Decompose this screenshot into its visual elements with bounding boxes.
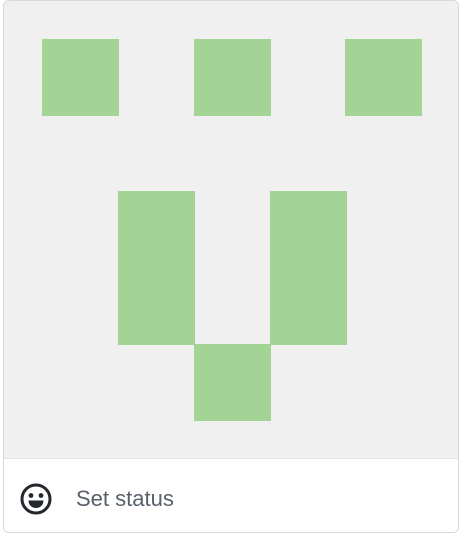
smiley-icon — [20, 483, 52, 515]
identicon-pixel — [194, 39, 271, 116]
identicon-pixel — [118, 191, 195, 345]
set-status-label: Set status — [76, 486, 174, 511]
identicon-pixel — [345, 39, 422, 116]
identicon-pixel — [270, 191, 347, 345]
avatar-card: Set status — [3, 0, 459, 533]
set-status-button[interactable]: Set status — [4, 458, 458, 532]
identicon-pixel — [194, 344, 271, 421]
identicon-pixel — [42, 39, 119, 116]
avatar-identicon[interactable] — [4, 1, 458, 458]
